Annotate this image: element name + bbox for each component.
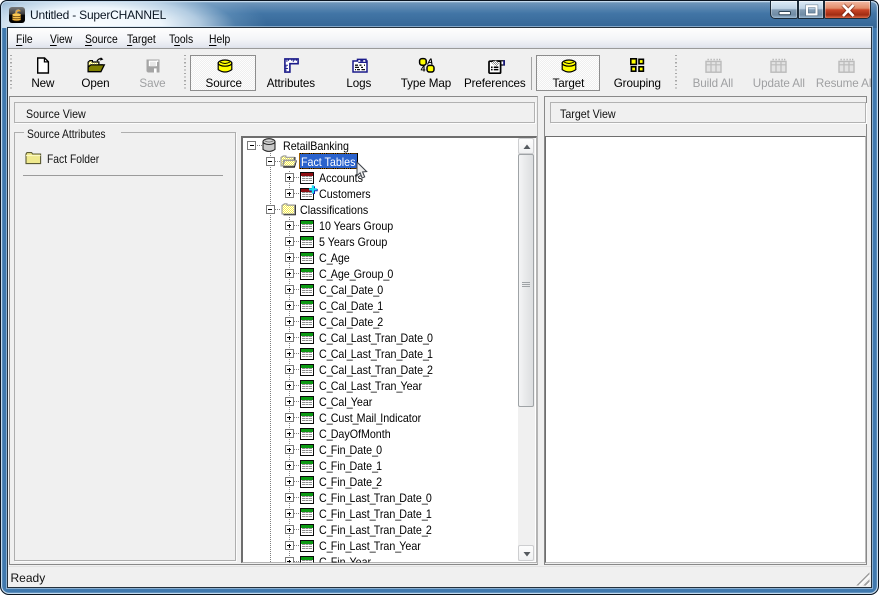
svg-text:4: 4 — [421, 64, 426, 73]
svg-text:A: A — [426, 57, 433, 66]
